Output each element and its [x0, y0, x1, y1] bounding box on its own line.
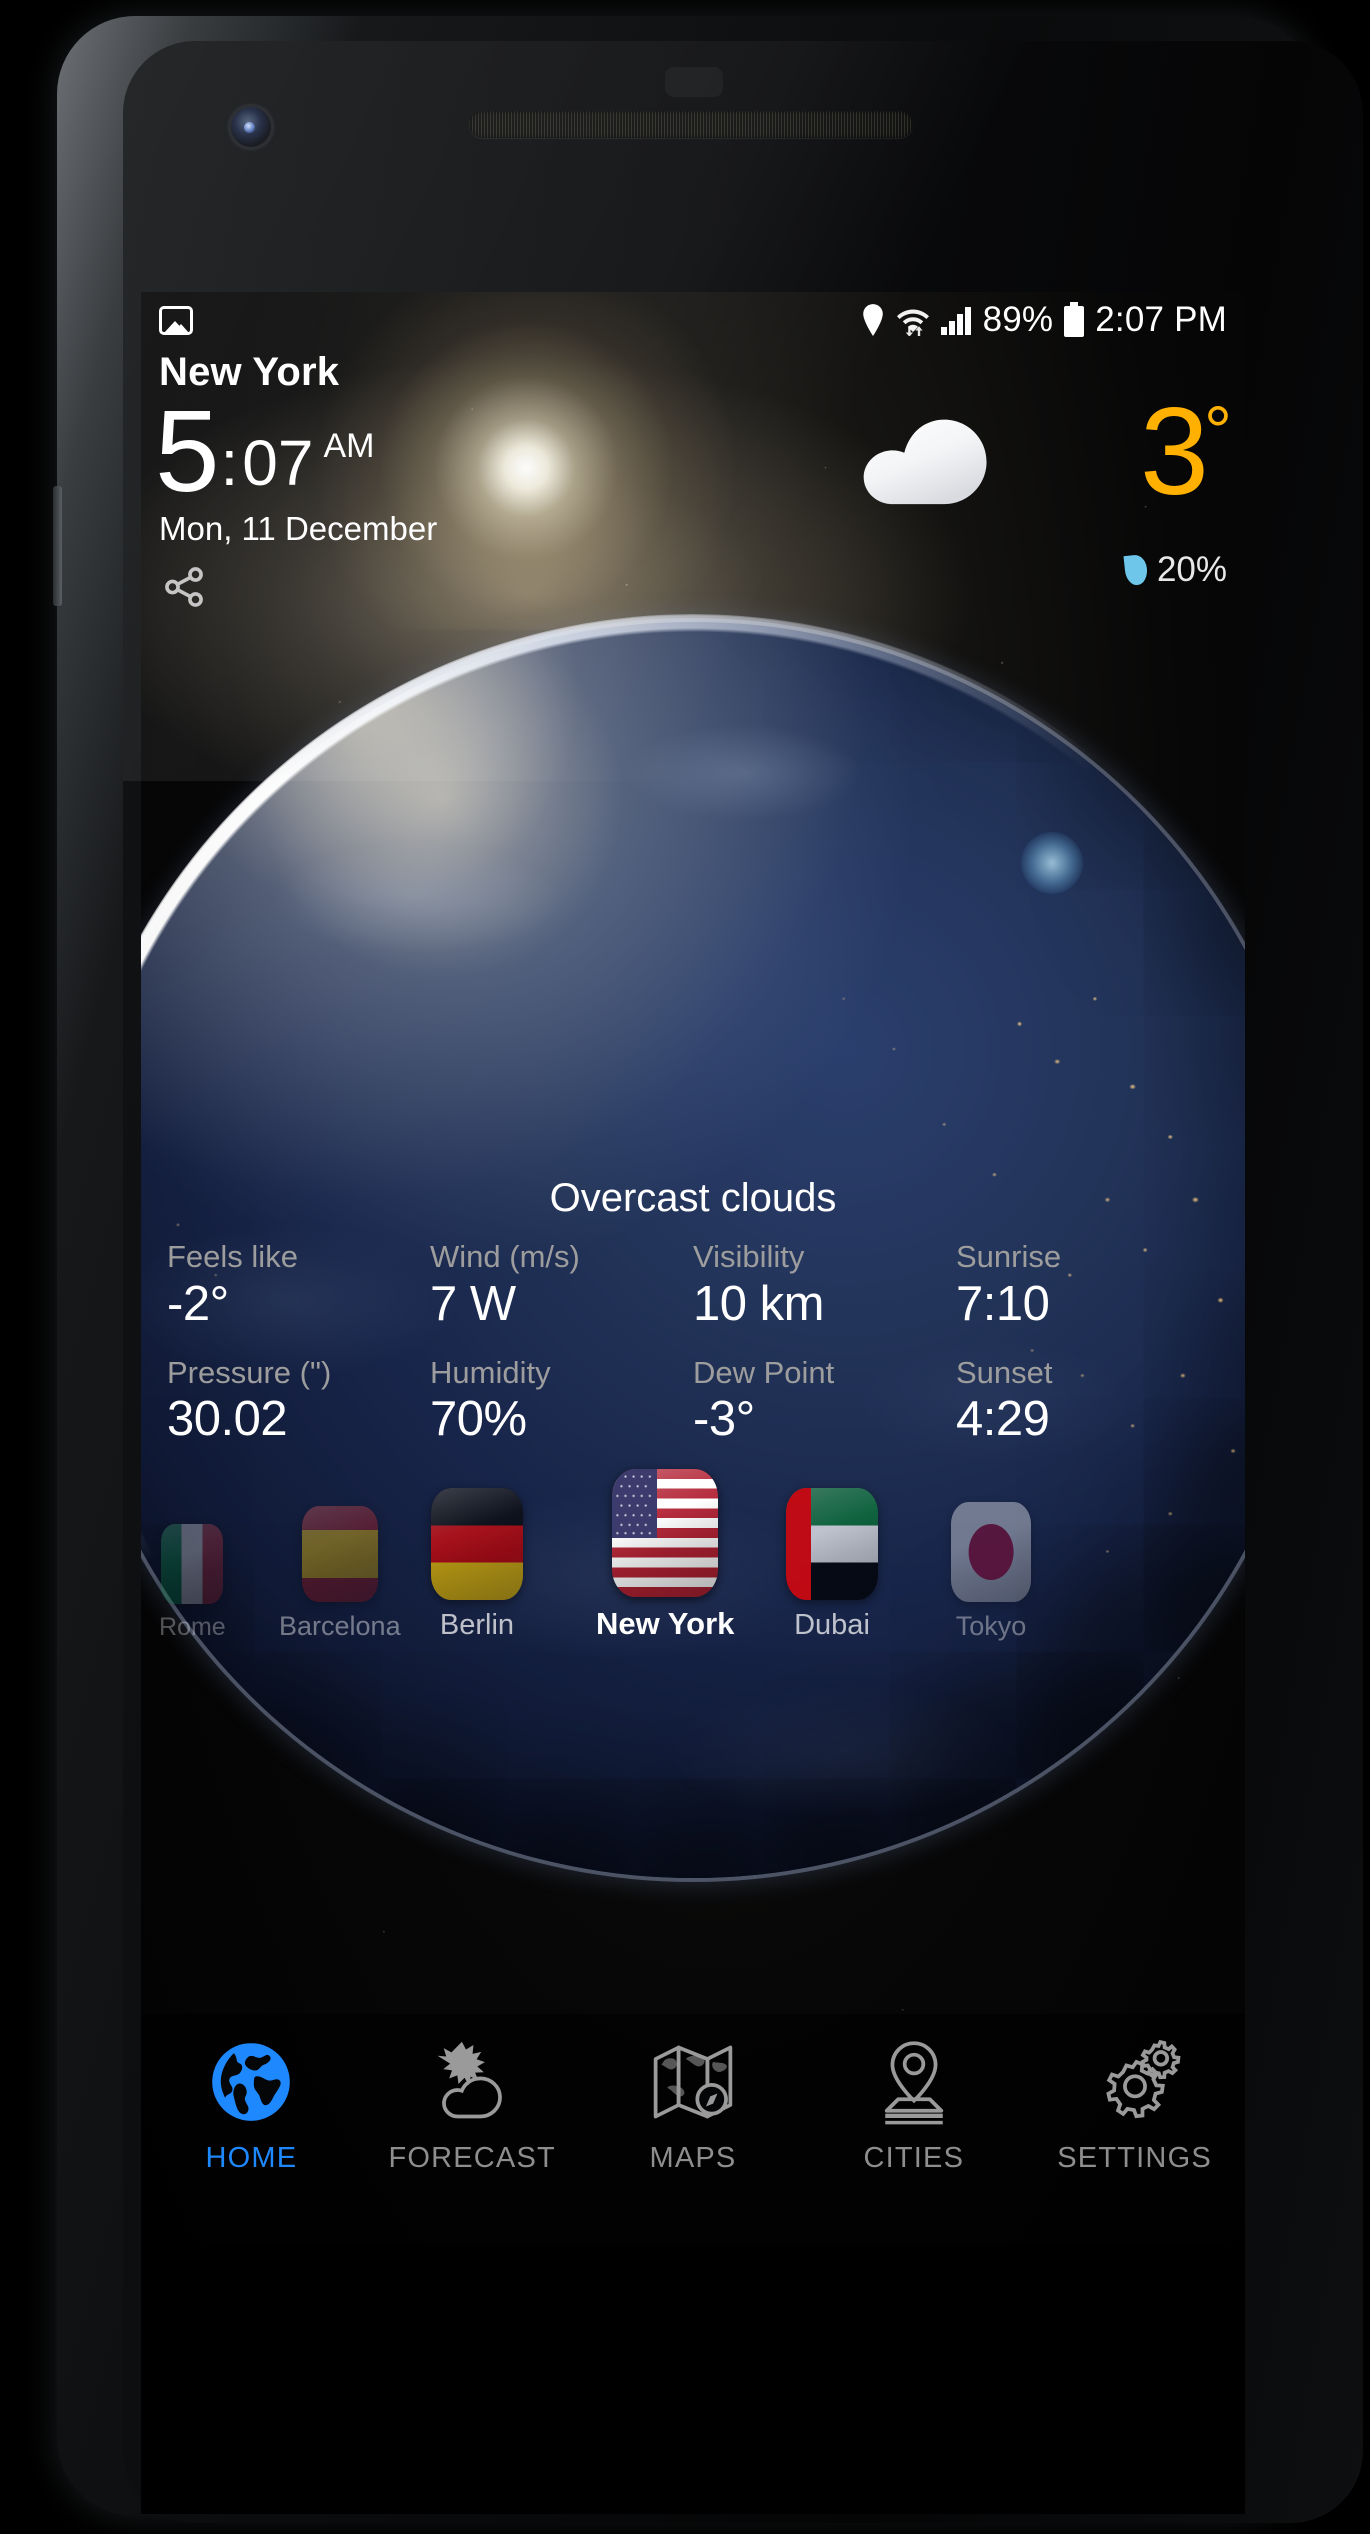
stat-value: 70% [430, 1392, 527, 1447]
stat-label: Wind (m/s) [430, 1239, 580, 1274]
stat-value: 30.02 [167, 1392, 288, 1447]
italy-flag-icon [161, 1524, 224, 1604]
stat-cell: Humidity 70% [430, 1354, 693, 1448]
city-item-dubai[interactable]: Dubai [786, 1488, 878, 1642]
current-date-label: Mon, 11 December [159, 510, 438, 547]
globe-icon [212, 2043, 291, 2121]
nav-label: SETTINGS [1057, 2142, 1212, 2174]
map-icon [653, 2045, 733, 2119]
stat-cell: Feels like -2° [167, 1238, 430, 1332]
city-label: Berlin [439, 1609, 515, 1641]
time-meridiem: AM [323, 427, 375, 465]
current-temperature: 3° [1140, 390, 1232, 514]
stat-cell: Wind (m/s) 7 W [430, 1238, 693, 1332]
battery-icon [1064, 302, 1085, 337]
time-hour: 5 [155, 386, 220, 516]
stat-cell: Dew Point -3° [693, 1354, 956, 1448]
city-item-new-york[interactable]: New York [596, 1469, 734, 1642]
nav-item-forecast[interactable]: FORECAST [362, 2036, 583, 2175]
city-item-berlin[interactable]: Berlin [431, 1488, 523, 1642]
city-label: Rome [159, 1613, 226, 1641]
nav-label: MAPS [649, 2142, 737, 2174]
phone-top-bezel [123, 41, 1363, 201]
precipitation-indicator: 20% [1123, 550, 1227, 590]
nav-item-home[interactable]: HOME [141, 2036, 362, 2175]
location-pin-icon [862, 304, 883, 336]
sun-cloud-icon [437, 2041, 503, 2119]
city-item-tokyo[interactable]: Tokyo [951, 1502, 1031, 1642]
stat-label: Sunset [956, 1354, 1053, 1390]
stat-value: 7:10 [956, 1276, 1050, 1331]
uae-flag-icon [786, 1488, 878, 1600]
stat-cell: Pressure (") 30.02 [167, 1354, 430, 1448]
germany-flag-icon [431, 1488, 523, 1600]
weather-stats-grid: Feels like -2° Wind (m/s) 7 W Visibility… [167, 1238, 1219, 1447]
cities-carousel[interactable]: Rome Barcelona Berlin New York Dubai Tok… [141, 1469, 1245, 1642]
location-pin-pedestal-icon [884, 2041, 943, 2125]
stat-value: 10 km [693, 1276, 824, 1331]
city-label: Barcelona [279, 1611, 401, 1641]
nav-item-settings[interactable]: SETTINGS [1024, 2036, 1245, 2175]
nav-label: HOME [205, 2142, 298, 2174]
stat-label: Humidity [430, 1354, 551, 1390]
water-drop-icon [1123, 553, 1149, 587]
nav-label: CITIES [863, 2142, 965, 2174]
local-time-display: 5 : 07 AM [155, 386, 375, 516]
lens-flare [1021, 832, 1083, 894]
stat-cell: Sunset 4:29 [956, 1354, 1219, 1448]
temperature-value: 3 [1140, 383, 1209, 521]
app-screen: 89% 2:07 PM New York 5 : 07 AM Mon, 11 D… [141, 292, 1245, 2244]
city-item-rome[interactable]: Rome [159, 1524, 226, 1642]
weather-condition-text: Overcast clouds [549, 1176, 837, 1220]
stat-value: 7 W [430, 1276, 516, 1331]
battery-percent-label: 89% [982, 300, 1054, 339]
share-icon[interactable] [161, 564, 207, 610]
stat-cell: Sunrise 7:10 [956, 1238, 1219, 1332]
cloud-icon [863, 419, 987, 505]
city-item-barcelona[interactable]: Barcelona [279, 1506, 401, 1642]
stat-label: Sunrise [956, 1239, 1062, 1274]
screenshot-root: 89% 2:07 PM New York 5 : 07 AM Mon, 11 D… [0, 0, 1370, 2534]
status-bar-left [159, 305, 193, 335]
time-minute: 07 [242, 427, 314, 499]
sim-tray [53, 486, 62, 606]
status-bar-clock: 2:07 PM [1095, 300, 1227, 339]
city-label: New York [596, 1606, 735, 1641]
bottom-navigation: HOME FORECAST MAPS CITIES SETTINGS [141, 2014, 1245, 2244]
stat-value: -2° [167, 1276, 229, 1331]
earpiece-speaker [469, 111, 913, 138]
stat-cell: Visibility 10 km [693, 1238, 956, 1332]
stat-value: -3° [693, 1392, 755, 1447]
degree-symbol: ° [1204, 392, 1232, 470]
photo-icon [159, 305, 193, 335]
stat-label: Visibility [693, 1239, 805, 1274]
city-label: Tokyo [955, 1611, 1027, 1641]
time-separator: : [220, 427, 239, 499]
nav-label: FORECAST [388, 2142, 556, 2174]
stat-label: Pressure (") [167, 1354, 332, 1390]
japan-flag-icon [951, 1502, 1031, 1602]
screen-chin-filler [141, 2244, 1245, 2514]
status-bar: 89% 2:07 PM [141, 292, 1245, 348]
nav-item-maps[interactable]: MAPS [583, 2036, 804, 2175]
gears-icon [1105, 2039, 1181, 2119]
front-camera-icon [231, 107, 271, 147]
stat-label: Feels like [167, 1239, 298, 1274]
usa-flag-icon [612, 1469, 719, 1597]
status-bar-right: 89% 2:07 PM [860, 300, 1227, 340]
city-label: Dubai [794, 1609, 870, 1641]
spain-flag-icon [301, 1506, 378, 1602]
wifi-icon [896, 309, 929, 336]
stat-label: Dew Point [693, 1354, 835, 1390]
proximity-sensor [665, 67, 723, 97]
cellular-signal-icon [940, 307, 971, 335]
stat-value: 4:29 [956, 1392, 1050, 1447]
nav-item-cities[interactable]: CITIES [803, 2036, 1024, 2175]
precipitation-value: 20% [1156, 550, 1227, 589]
